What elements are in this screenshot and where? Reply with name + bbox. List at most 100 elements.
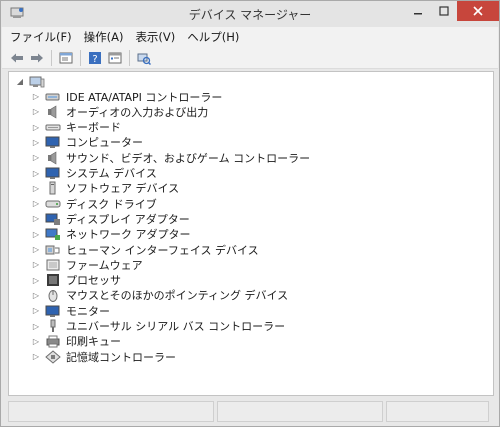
menu-view[interactable]: 表示(V): [129, 29, 181, 45]
maximize-button[interactable]: [431, 1, 457, 21]
close-button[interactable]: [457, 1, 499, 21]
help-button[interactable]: ?: [86, 49, 104, 67]
tree-item-label: サウンド、ビデオ、およびゲーム コントローラー: [66, 151, 311, 165]
help-icon: ?: [89, 51, 101, 65]
scan-hardware-icon: [137, 53, 151, 65]
tree-item-label: ディスプレイ アダプター: [66, 212, 190, 226]
expand-icon[interactable]: ▷: [31, 166, 41, 181]
tree-item[interactable]: ▷ コンピューター: [31, 135, 143, 150]
expand-icon[interactable]: ▷: [31, 273, 41, 288]
properties-button[interactable]: [57, 49, 75, 67]
tree-item[interactable]: ▷ ヒューマン インターフェイス デバイス: [31, 242, 259, 257]
processor-icon: [45, 273, 61, 287]
status-pane: [386, 401, 489, 422]
tree-item[interactable]: ▷ マウスとそのほかのポインティング デバイス: [31, 288, 288, 303]
scan-hardware-button[interactable]: [135, 49, 153, 67]
tree-item[interactable]: ▷ ファームウェア: [31, 257, 143, 272]
tree-item[interactable]: ▷ ディスク ドライブ: [31, 196, 157, 211]
show-hidden-devices-button[interactable]: [106, 49, 124, 67]
menu-file[interactable]: ファイル(F): [2, 29, 78, 45]
storage-controller-icon: [45, 349, 61, 364]
tree-item[interactable]: ▷ モニター: [31, 303, 110, 318]
menu-help[interactable]: ヘルプ(H): [181, 29, 245, 45]
menu-bar: ファイル(F) 操作(A) 表示(V) ヘルプ(H): [2, 27, 498, 47]
tree-item-label: マウスとそのほかのポインティング デバイス: [66, 289, 289, 303]
collapse-icon[interactable]: ◢: [15, 74, 25, 89]
tree-item-label: モニター: [66, 304, 110, 318]
tree-item-label: システム デバイス: [66, 167, 157, 180]
keyboard-icon: [45, 120, 61, 134]
tree-item-label: コンピューター: [66, 136, 143, 150]
menu-action[interactable]: 操作(A): [78, 29, 130, 45]
back-button[interactable]: [8, 49, 26, 67]
forward-button[interactable]: [28, 49, 46, 67]
tree-item[interactable]: ▷ ソフトウェア デバイス: [31, 181, 179, 196]
monitor-icon: [45, 304, 61, 318]
tree-item-label: ヒューマン インターフェイス デバイス: [66, 243, 259, 257]
tree-item[interactable]: ▷ キーボード: [31, 120, 121, 135]
properties-icon: [59, 52, 73, 63]
printer-icon: [45, 334, 61, 348]
toolbar-separator: [80, 49, 81, 66]
tree-item-label: IDE ATA/ATAPI コントローラー: [66, 90, 223, 104]
toolbar-separator: [51, 49, 52, 66]
expand-icon[interactable]: ▷: [31, 227, 41, 242]
expand-icon[interactable]: ▷: [31, 288, 41, 303]
tree-item-label: ネットワーク アダプター: [66, 228, 191, 242]
expand-icon[interactable]: ▷: [31, 120, 41, 135]
computer-icon: [29, 75, 45, 89]
tree-item-label: ディスク ドライブ: [66, 197, 157, 211]
tree-item[interactable]: ▷ 記憶域コントローラー: [31, 349, 176, 364]
status-pane: [8, 401, 214, 422]
tree-root[interactable]: ◢: [15, 74, 50, 89]
tree-item[interactable]: ▷ ディスプレイ アダプター: [31, 211, 190, 226]
minimize-icon: [414, 13, 422, 15]
status-pane: [217, 401, 383, 422]
disk-drive-icon: [45, 197, 61, 211]
expand-icon[interactable]: ▷: [31, 181, 41, 196]
tree-item[interactable]: ▷ オーディオの入力および出力: [31, 104, 208, 119]
expand-icon[interactable]: ▷: [31, 334, 41, 349]
tree-item[interactable]: ▷ プロセッサ: [31, 273, 121, 288]
maximize-icon: [439, 6, 449, 16]
expand-icon[interactable]: ▷: [31, 150, 41, 165]
software-device-icon: [45, 181, 61, 195]
expand-icon[interactable]: ▷: [31, 242, 41, 257]
tree-item[interactable]: ▷ ユニバーサル シリアル バス コントローラー: [31, 319, 285, 334]
expand-icon[interactable]: ▷: [31, 319, 41, 334]
tree-item[interactable]: ▷ 印刷キュー: [31, 334, 121, 349]
svg-text:?: ?: [92, 54, 97, 65]
status-bar: [8, 401, 494, 422]
tree-item[interactable]: ▷ ネットワーク アダプター: [31, 227, 191, 242]
tree-item-label: 印刷キュー: [66, 335, 121, 349]
toolbar: ?: [2, 47, 498, 69]
tree-item-label: ファームウェア: [66, 258, 143, 272]
tree-item-label: ユニバーサル シリアル バス コントローラー: [66, 320, 286, 333]
expand-icon[interactable]: ▷: [31, 349, 41, 364]
expand-icon[interactable]: ▷: [31, 135, 41, 150]
tree-item[interactable]: ▷ サウンド、ビデオ、およびゲーム コントローラー: [31, 150, 310, 165]
expand-icon[interactable]: ▷: [31, 104, 41, 119]
tree-item-label: キーボード: [66, 121, 121, 135]
tree-item[interactable]: ▷ システム デバイス: [31, 166, 157, 181]
network-adapter-icon: [45, 227, 61, 241]
ide-controller-icon: [45, 90, 61, 104]
firmware-icon: [45, 258, 61, 272]
tree-item-label: 記憶域コントローラー: [66, 350, 176, 364]
title-bar[interactable]: デバイス マネージャー: [1, 1, 499, 27]
device-manager-window: デバイス マネージャー ファイル(F) 操作(A) 表示(V) ヘルプ(H) ?: [0, 0, 500, 427]
usb-icon: [45, 319, 61, 333]
expand-icon[interactable]: ▷: [31, 89, 41, 104]
speaker-icon: [45, 151, 61, 165]
expand-icon[interactable]: ▷: [31, 196, 41, 211]
close-icon: [473, 6, 483, 16]
minimize-button[interactable]: [405, 1, 431, 21]
back-arrow-icon: [11, 53, 23, 62]
tree-item[interactable]: ▷ IDE ATA/ATAPI コントローラー: [31, 89, 222, 104]
expand-icon[interactable]: ▷: [31, 257, 41, 272]
expand-icon[interactable]: ▷: [31, 303, 41, 318]
tree-item-label: ソフトウェア デバイス: [66, 182, 180, 196]
tree-item-label: オーディオの入力および出力: [66, 105, 209, 119]
expand-icon[interactable]: ▷: [31, 211, 41, 226]
device-tree[interactable]: ◢ ▷ IDE ATA/ATAPI コントローラー ▷ オーディオの入力および出力 ▷ キ…: [8, 71, 494, 396]
